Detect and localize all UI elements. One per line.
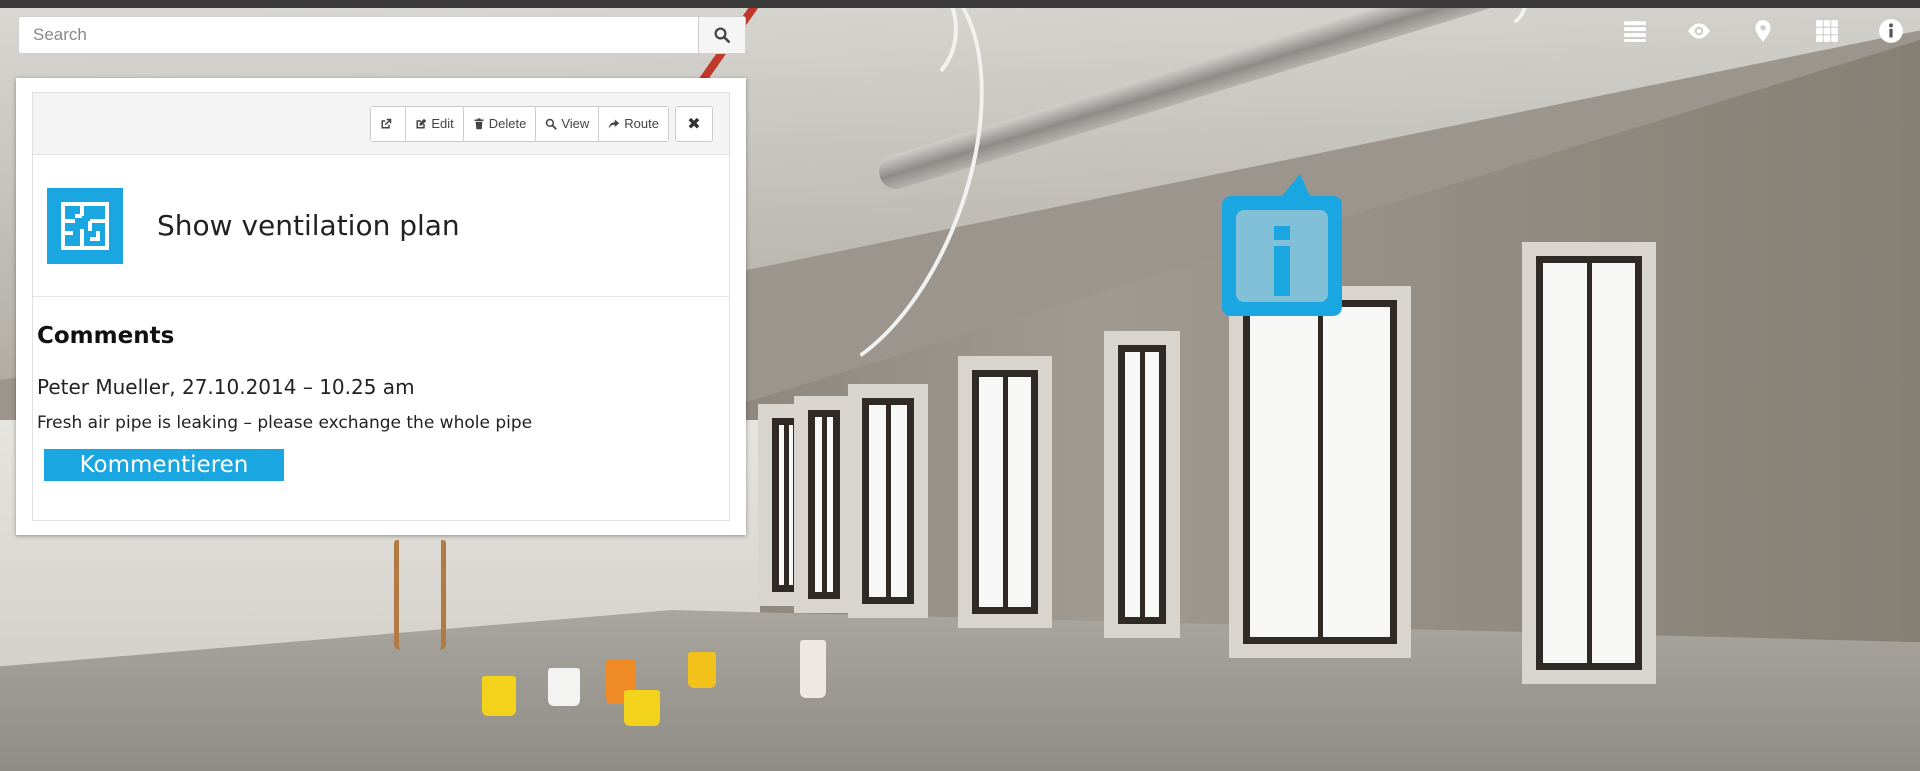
route-button[interactable]: Route bbox=[599, 106, 668, 141]
floor-plan-icon bbox=[47, 187, 123, 264]
close-button[interactable]: ✖ bbox=[675, 105, 713, 142]
list-icon[interactable] bbox=[1620, 16, 1650, 46]
plan-title[interactable]: Show ventilation plan bbox=[157, 209, 460, 242]
grid-icon[interactable] bbox=[1812, 16, 1842, 46]
comment-item: Peter Mueller, 27.10.2014 – 10.25 am Fre… bbox=[37, 375, 725, 433]
share-arrow-icon bbox=[609, 119, 620, 128]
info-icon[interactable] bbox=[1876, 16, 1906, 46]
open-external-button[interactable] bbox=[371, 106, 407, 141]
delete-label: Delete bbox=[488, 116, 527, 131]
plan-link-row[interactable]: Show ventilation plan bbox=[33, 155, 729, 297]
action-button-group: Edit Delete View Route bbox=[370, 105, 669, 142]
comment-text: Fresh air pipe is leaking – please excha… bbox=[37, 413, 533, 433]
top-bar bbox=[0, 0, 1920, 8]
info-hotspot[interactable] bbox=[1218, 170, 1346, 318]
route-label: Route bbox=[624, 116, 659, 131]
trash-icon bbox=[474, 117, 484, 129]
paint-bucket bbox=[688, 652, 716, 688]
window bbox=[772, 418, 800, 592]
comments-heading: Comments bbox=[37, 323, 175, 349]
comment-author: Peter Mueller, 27.10.2014 – 10.25 am bbox=[37, 375, 415, 399]
search-icon bbox=[714, 27, 731, 44]
view-button[interactable]: View bbox=[536, 106, 600, 141]
window bbox=[1243, 300, 1397, 644]
info-popup: Edit Delete View Route ✖ Show ventilatio… bbox=[16, 78, 746, 535]
close-icon: ✖ bbox=[687, 114, 701, 133]
search-icon bbox=[546, 118, 558, 130]
search-button[interactable] bbox=[698, 17, 745, 53]
window bbox=[808, 410, 840, 599]
paint-bucket bbox=[624, 690, 660, 726]
paint-bucket bbox=[548, 668, 580, 706]
popup-toolbar: Edit Delete View Route ✖ bbox=[33, 93, 729, 155]
search-input[interactable] bbox=[19, 17, 698, 53]
window bbox=[1118, 345, 1166, 624]
eye-icon[interactable] bbox=[1684, 16, 1714, 46]
info-card: Edit Delete View Route ✖ Show ventilatio… bbox=[32, 92, 730, 521]
window bbox=[972, 370, 1038, 614]
paint-bucket bbox=[482, 676, 516, 716]
edit-icon bbox=[416, 118, 427, 128]
comments-section: Comments Peter Mueller, 27.10.2014 – 10.… bbox=[33, 297, 729, 481]
search-bar bbox=[18, 16, 746, 54]
ladder bbox=[394, 540, 446, 650]
info-hotspot-icon bbox=[1222, 174, 1342, 316]
material-bag bbox=[800, 640, 826, 698]
edit-label: Edit bbox=[431, 116, 454, 131]
add-comment-button[interactable]: Kommentieren bbox=[44, 449, 284, 481]
edit-button[interactable]: Edit bbox=[406, 106, 464, 141]
delete-button[interactable]: Delete bbox=[463, 106, 537, 141]
window bbox=[1536, 256, 1642, 670]
external-link-icon bbox=[381, 118, 392, 128]
window bbox=[862, 398, 914, 604]
view-label: View bbox=[561, 116, 590, 131]
viewer-toolbar bbox=[1620, 14, 1906, 48]
map-marker-icon[interactable] bbox=[1748, 16, 1778, 46]
